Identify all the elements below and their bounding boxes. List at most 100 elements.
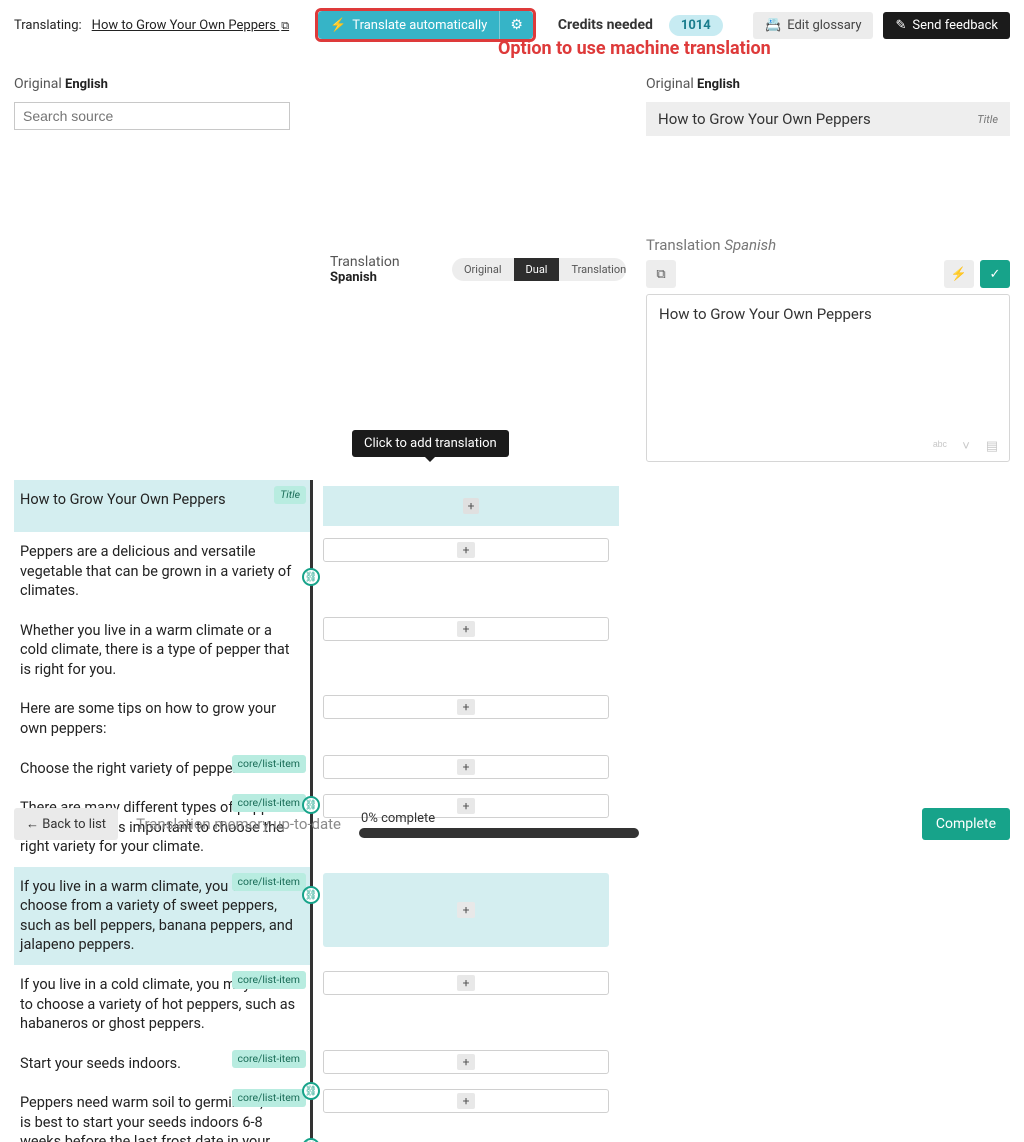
bolt-icon: ⚡ bbox=[330, 18, 346, 33]
plus-icon: + bbox=[463, 498, 479, 514]
segment-target-title-slot[interactable]: + bbox=[323, 486, 619, 526]
plus-icon: + bbox=[457, 902, 475, 918]
credits-needed-value: 1014 bbox=[669, 15, 723, 36]
view-mode-original[interactable]: Original bbox=[452, 258, 514, 281]
translating-title-link[interactable]: How to Grow Your Own Peppers ⧉ bbox=[92, 18, 289, 33]
search-source-input[interactable] bbox=[14, 102, 290, 130]
progress-bar bbox=[359, 828, 639, 838]
segment-target: + bbox=[313, 1083, 1024, 1142]
link-segments-icon[interactable]: ⛓ bbox=[302, 568, 320, 586]
segment-row[interactable]: If you live in a warm climate, you can c… bbox=[0, 867, 1024, 965]
bottom-bar: ← Back to list Translation memory up-to-… bbox=[0, 798, 1024, 852]
glossary-icon: 📇 bbox=[765, 18, 781, 33]
segment-row[interactable]: Whether you live in a warm climate or a … bbox=[0, 611, 1024, 690]
segment-row[interactable]: Start your seeds indoors.core/list-item + bbox=[0, 1044, 1024, 1084]
chevron-down-icon[interactable]: ˅ bbox=[957, 437, 975, 455]
segment-row[interactable]: How to Grow Your Own PeppersTitle + bbox=[0, 480, 1024, 532]
segment-row[interactable]: If you live in a cold climate, you may w… bbox=[0, 965, 1024, 1044]
copy-icon: ⧉ bbox=[656, 267, 665, 282]
plus-icon: + bbox=[457, 621, 475, 637]
segment-target: + bbox=[313, 867, 1024, 965]
segment-divider bbox=[310, 480, 313, 532]
add-translation-slot[interactable]: + bbox=[323, 617, 609, 641]
translate-automatically-label: Translate automatically bbox=[352, 18, 487, 33]
view-mode-toggle: Original Dual Translation bbox=[452, 258, 626, 281]
machine-translate-button[interactable]: ⚡ bbox=[944, 260, 974, 288]
translate-automatically-settings-button[interactable]: ⚙ bbox=[499, 11, 533, 39]
back-to-list-button[interactable]: ← Back to list bbox=[14, 808, 118, 840]
right-translation-header: Translation Spanish bbox=[646, 236, 1010, 254]
translation-language: Spanish bbox=[330, 270, 377, 285]
plus-icon: + bbox=[457, 1093, 475, 1109]
translation-editor[interactable]: How to Grow Your Own Peppers ᵃᵇᶜ ˅ ▤ bbox=[646, 294, 1010, 462]
external-link-icon: ⧉ bbox=[281, 19, 289, 32]
link-segments-icon[interactable]: ⛓ bbox=[302, 886, 320, 904]
right-original-language: English bbox=[697, 77, 740, 92]
segment-source[interactable]: Peppers are a delicious and versatile ve… bbox=[14, 532, 310, 611]
add-translation-slot[interactable]: + bbox=[323, 1050, 609, 1074]
block-format-icon[interactable]: ▤ bbox=[983, 437, 1001, 455]
segment-divider bbox=[310, 689, 313, 748]
add-translation-slot[interactable]: + bbox=[323, 695, 609, 719]
annotation-callout: Option to use machine translation bbox=[498, 38, 771, 59]
segment-tag: core/list-item bbox=[232, 755, 306, 773]
segment-source[interactable]: If you live in a cold climate, you may w… bbox=[14, 965, 310, 1044]
segment-row[interactable]: Peppers need warm soil to germinate, so … bbox=[0, 1083, 1024, 1142]
segment-tag: core/list-item bbox=[232, 971, 306, 989]
segment-source[interactable]: How to Grow Your Own PeppersTitle bbox=[14, 480, 310, 532]
gear-icon: ⚙ bbox=[510, 17, 523, 33]
view-mode-dual[interactable]: Dual bbox=[514, 258, 560, 281]
copy-source-button[interactable]: ⧉ bbox=[646, 260, 676, 288]
credits-needed-label: Credits needed bbox=[558, 17, 653, 33]
segment-source[interactable]: Choose the right variety of pepper.core/… bbox=[14, 749, 310, 789]
translation-editor-value: How to Grow Your Own Peppers bbox=[659, 305, 872, 323]
send-feedback-button[interactable]: ✎ Send feedback bbox=[883, 12, 1010, 39]
add-translation-slot[interactable]: + bbox=[323, 873, 609, 947]
translating-title-text: How to Grow Your Own Peppers bbox=[92, 18, 276, 33]
right-title-tag: Title bbox=[977, 113, 998, 126]
original-language: English bbox=[65, 77, 108, 92]
add-translation-slot[interactable]: + bbox=[323, 1089, 609, 1113]
link-segments-icon[interactable]: ⛓ bbox=[302, 796, 320, 814]
editor-footer-icons: ᵃᵇᶜ ˅ ▤ bbox=[931, 437, 1001, 455]
segment-divider bbox=[310, 1044, 313, 1084]
plus-icon: + bbox=[457, 975, 475, 991]
bolt-icon: ⚡ bbox=[951, 267, 967, 282]
progress-label: 0% complete bbox=[361, 811, 435, 826]
segment-tag: Title bbox=[274, 486, 306, 504]
segment-target: + bbox=[313, 749, 1024, 789]
right-title-box: How to Grow Your Own Peppers Title bbox=[646, 102, 1010, 136]
translate-automatically-button[interactable]: ⚡ Translate automatically bbox=[318, 11, 499, 39]
complete-button[interactable]: Complete bbox=[922, 808, 1010, 840]
plus-icon: + bbox=[457, 759, 475, 775]
pencil-icon: ✎ bbox=[895, 18, 906, 33]
segment-row[interactable]: Choose the right variety of pepper.core/… bbox=[0, 749, 1024, 789]
segment-source[interactable]: Start your seeds indoors.core/list-item bbox=[14, 1044, 310, 1084]
translate-automatically-group: ⚡ Translate automatically ⚙ bbox=[315, 8, 536, 42]
link-segments-icon[interactable]: ⛓ bbox=[302, 1082, 320, 1100]
segment-source[interactable]: Here are some tips on how to grow your o… bbox=[14, 689, 310, 748]
segment-source[interactable]: If you live in a warm climate, you can c… bbox=[14, 867, 310, 965]
segment-divider bbox=[310, 611, 313, 690]
spellcheck-icon[interactable]: ᵃᵇᶜ bbox=[931, 437, 949, 455]
right-translation-label: Translation bbox=[646, 236, 721, 254]
add-translation-slot[interactable]: + bbox=[323, 755, 609, 779]
right-title-value: How to Grow Your Own Peppers bbox=[658, 110, 871, 128]
edit-glossary-label: Edit glossary bbox=[787, 18, 861, 33]
segment-source[interactable]: Peppers need warm soil to germinate, so … bbox=[14, 1083, 310, 1142]
view-mode-translation[interactable]: Translation bbox=[559, 258, 626, 281]
segment-row[interactable]: Here are some tips on how to grow your o… bbox=[0, 689, 1024, 748]
segment-row[interactable]: Peppers are a delicious and versatile ve… bbox=[0, 532, 1024, 611]
segment-tag: core/list-item bbox=[232, 1089, 306, 1107]
confirm-translation-button[interactable]: ✓ bbox=[980, 260, 1010, 288]
add-translation-slot[interactable]: + bbox=[323, 971, 609, 995]
add-translation-slot[interactable]: + bbox=[323, 538, 609, 562]
segment-target: + bbox=[313, 611, 1024, 690]
segment-tag: core/list-item bbox=[232, 873, 306, 891]
translation-label: Translation bbox=[330, 254, 400, 270]
right-original-label: Original bbox=[646, 76, 694, 92]
translating-label: Translating: bbox=[14, 18, 82, 33]
original-label: Original bbox=[14, 76, 62, 92]
edit-glossary-button[interactable]: 📇 Edit glossary bbox=[753, 12, 873, 39]
segment-source[interactable]: Whether you live in a warm climate or a … bbox=[14, 611, 310, 690]
